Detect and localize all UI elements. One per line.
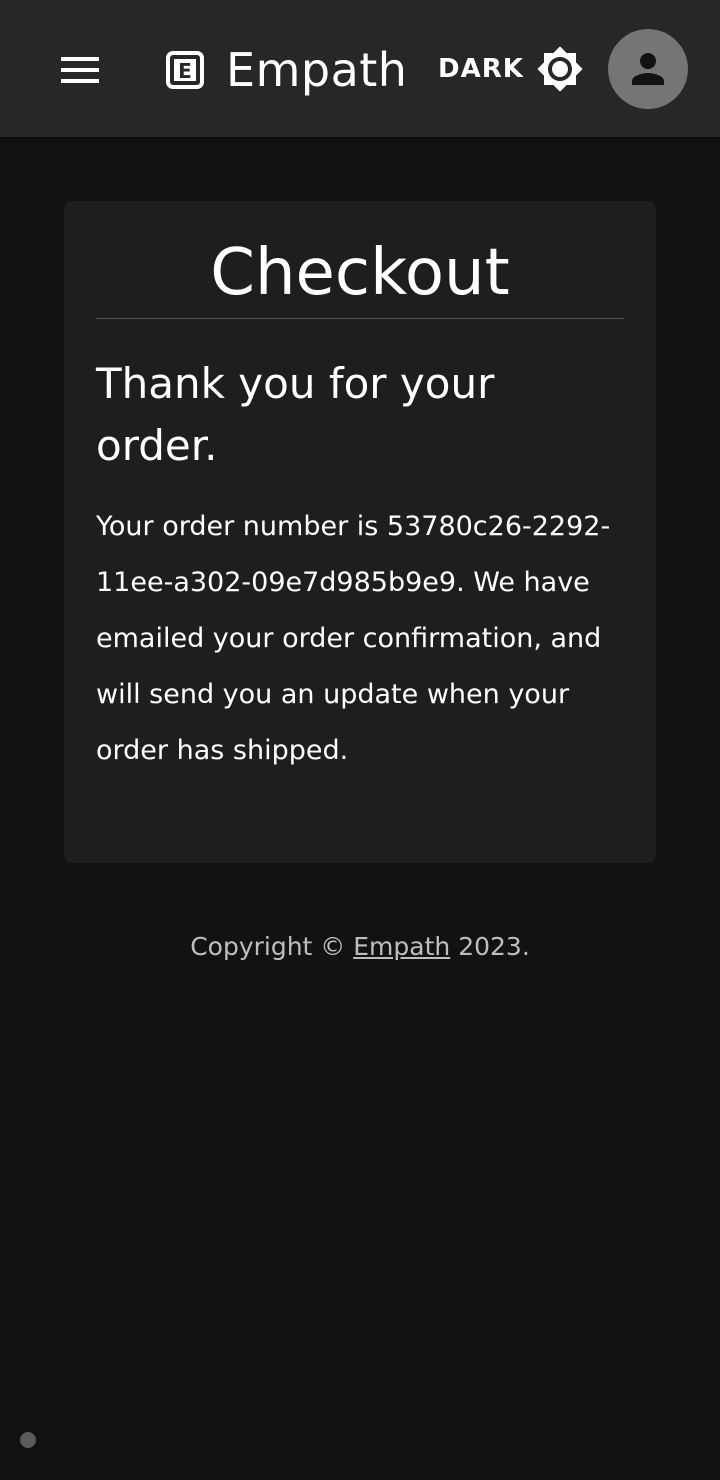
empath-link[interactable]: Empath (353, 932, 450, 961)
brand-logo-icon: E (166, 51, 204, 89)
copyright-footer: Copyright © Empath 2023. (0, 922, 720, 972)
app-bar: E Empath DARK (0, 0, 720, 137)
thank-you-heading: Thank you for your order. (96, 359, 495, 470)
order-confirmation-message: Your order number is 53780c26-2292-11ee-… (96, 511, 611, 766)
theme-label: DARK (438, 54, 524, 84)
page-title: Checkout (210, 236, 510, 310)
brand[interactable]: E Empath (166, 40, 407, 100)
corner-indicator (20, 1432, 36, 1448)
brand-logo-letter: E (178, 59, 192, 83)
title-divider (96, 318, 624, 319)
menu-button[interactable] (48, 38, 112, 102)
copyright-suffix: 2023. (450, 932, 530, 961)
copyright-prefix: Copyright © (190, 932, 354, 961)
theme-toggle-button[interactable]: DARK (430, 40, 592, 98)
account-icon (632, 53, 664, 85)
avatar[interactable] (608, 29, 688, 109)
brand-name: Empath (226, 43, 408, 97)
menu-icon (61, 57, 99, 83)
checkout-card: Checkout Thank you for your order. Your … (64, 201, 656, 863)
brightness-icon (536, 45, 584, 93)
